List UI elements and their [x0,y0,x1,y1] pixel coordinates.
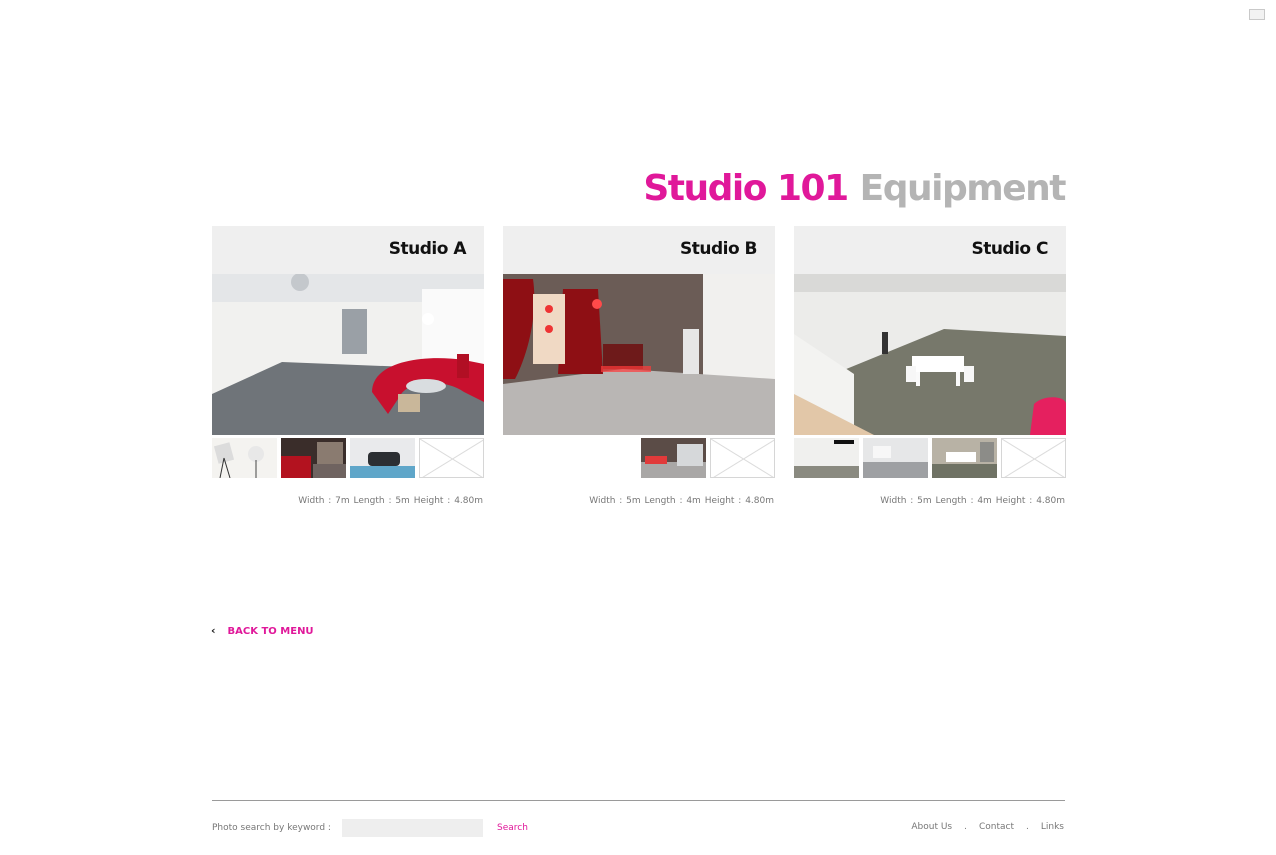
empty-thumbnail [1001,438,1066,478]
link-separator: . [964,822,967,832]
page-title: Studio 101 Equipment [643,168,1067,209]
studio-name: Studio C [971,239,1048,259]
photo-thumbnail[interactable] [794,438,859,478]
studio-card-c: Studio C Width : 5m Length : 4m Height:… [794,226,1066,506]
search-button[interactable]: Search [497,823,528,833]
search-label: Photo search by keyword : [212,823,331,833]
studio-b-main-photo [503,274,775,435]
studio-name: Studio A [388,239,467,259]
back-to-menu-link[interactable]: ‹ BACK TO MENU [211,624,314,637]
footer-divider [212,800,1065,801]
footer-links: About Us. Contact. Links [911,822,1064,832]
photo-thumbnail[interactable] [281,438,346,478]
photo-thumbnail[interactable] [932,438,997,478]
studio-card-a: Studio A Width : 7m Length: 5m Height:… [212,226,484,506]
photo-thumbnail[interactable] [863,438,928,478]
section-title: Equipment [859,168,1067,209]
window-control-box[interactable] [1249,9,1265,20]
thumbnail-strip [503,438,775,478]
about-us-link[interactable]: About Us [911,822,952,832]
thumbnail-strip [212,438,484,478]
studio-name: Studio B [679,239,758,259]
photo-thumbnail[interactable] [641,438,706,478]
studio-dimensions: Width : 5m Length : 4m Height : 4.80m [589,496,774,506]
contact-link[interactable]: Contact [979,822,1014,832]
photo-thumbnail[interactable] [350,438,415,478]
empty-thumbnail [710,438,775,478]
back-to-menu-label: BACK TO MENU [227,626,314,637]
thumbnail-strip [794,438,1066,478]
studio-dimensions: Width : 5m Length : 4m Height : 4.80m [880,496,1065,506]
studio-c-main-photo [794,274,1066,435]
studio-card-b: Studio B Width : 5m Length : 4m Height :… [503,226,775,506]
link-separator: . [1026,822,1029,832]
search-input[interactable] [342,819,483,837]
photo-thumbnail[interactable] [212,438,277,478]
studio-header: Studio C [794,226,1066,274]
studio-dimensions: Width : 7m Length : 5m Height : 4.80m [298,496,483,506]
chevron-left-icon: ‹ [211,624,216,637]
links-link[interactable]: Links [1041,822,1064,832]
brand-title: Studio 101 [643,168,849,209]
empty-thumbnail [419,438,484,478]
studio-header: Studio B [503,226,775,274]
studio-a-main-photo [212,274,484,435]
studio-header: Studio A [212,226,484,274]
